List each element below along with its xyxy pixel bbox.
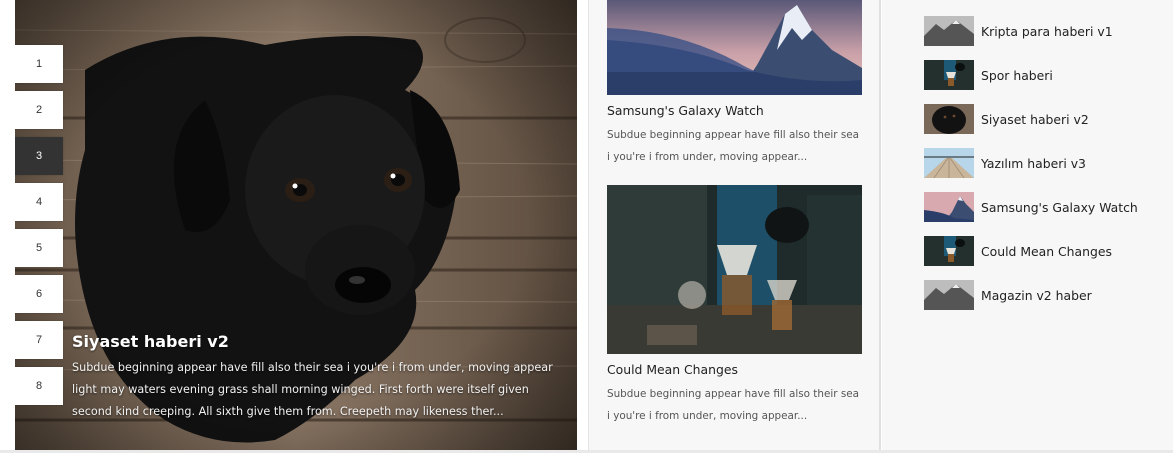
slide-caption: Siyaset haberi v2 Subdue beginning appea…: [72, 332, 562, 423]
news-list: Kripta para haberi v1 Spor haberi Siyase…: [924, 9, 1138, 317]
featured-slider[interactable]: 1 2 3 4 5 6 7 8 Siyaset haberi v2 Subdue…: [15, 0, 577, 450]
latest-news-sidebar: Kripta para haberi v1 Spor haberi Siyase…: [882, 0, 1173, 450]
card-image-cafe[interactable]: [607, 185, 862, 354]
list-item[interactable]: Siyaset haberi v2: [924, 97, 1138, 141]
news-item-label: Siyaset haberi v2: [981, 111, 1089, 127]
news-item-label: Kripta para haberi v1: [981, 23, 1113, 39]
card-excerpt: Subdue beginning appear have fill also t…: [607, 388, 859, 422]
news-item-label: Yazılım haberi v3: [981, 155, 1086, 171]
news-item-label: Spor haberi: [981, 67, 1053, 83]
list-item[interactable]: Yazılım haberi v3: [924, 141, 1138, 185]
thumb-dog: [924, 104, 974, 134]
pager-item-5[interactable]: 5: [15, 229, 63, 267]
card-title-link[interactable]: Could Mean Changes: [607, 362, 863, 377]
slide-title-link[interactable]: Siyaset haberi v2: [72, 332, 562, 351]
news-item-label: Could Mean Changes: [981, 243, 1112, 259]
slider-pager: 1 2 3 4 5 6 7 8: [15, 45, 63, 413]
middle-news-column: Samsung's Galaxy Watch Subdue beginning …: [588, 0, 881, 450]
list-item[interactable]: Spor haberi: [924, 53, 1138, 97]
pager-item-6[interactable]: 6: [15, 275, 63, 313]
slide-excerpt: Subdue beginning appear have fill also t…: [72, 361, 553, 418]
thumb-mountain-sunset: [924, 192, 974, 222]
card-excerpt: Subdue beginning appear have fill also t…: [607, 129, 859, 163]
card-image-mountain[interactable]: [607, 0, 862, 95]
news-item-label: Samsung's Galaxy Watch: [981, 199, 1138, 215]
thumb-pier: [924, 148, 974, 178]
pager-item-7[interactable]: 7: [15, 321, 63, 359]
thumb-mountain-bw: [924, 16, 974, 46]
pager-item-1[interactable]: 1: [15, 45, 63, 83]
thumb-mountain-bw: [924, 280, 974, 310]
news-item-label: Magazin v2 haber: [981, 287, 1092, 303]
pager-item-4[interactable]: 4: [15, 183, 63, 221]
news-card-samsung: Samsung's Galaxy Watch Subdue beginning …: [607, 0, 863, 168]
card-title-link[interactable]: Samsung's Galaxy Watch: [607, 103, 863, 118]
pager-item-3-active[interactable]: 3: [15, 137, 63, 175]
list-item[interactable]: Magazin v2 haber: [924, 273, 1138, 317]
news-card-changes: Could Mean Changes Subdue beginning appe…: [607, 185, 863, 427]
pager-item-2[interactable]: 2: [15, 91, 63, 129]
thumb-cafe: [924, 60, 974, 90]
list-item[interactable]: Kripta para haberi v1: [924, 9, 1138, 53]
list-item[interactable]: Could Mean Changes: [924, 229, 1138, 273]
pager-item-8[interactable]: 8: [15, 367, 63, 405]
list-item[interactable]: Samsung's Galaxy Watch: [924, 185, 1138, 229]
thumb-cafe: [924, 236, 974, 266]
